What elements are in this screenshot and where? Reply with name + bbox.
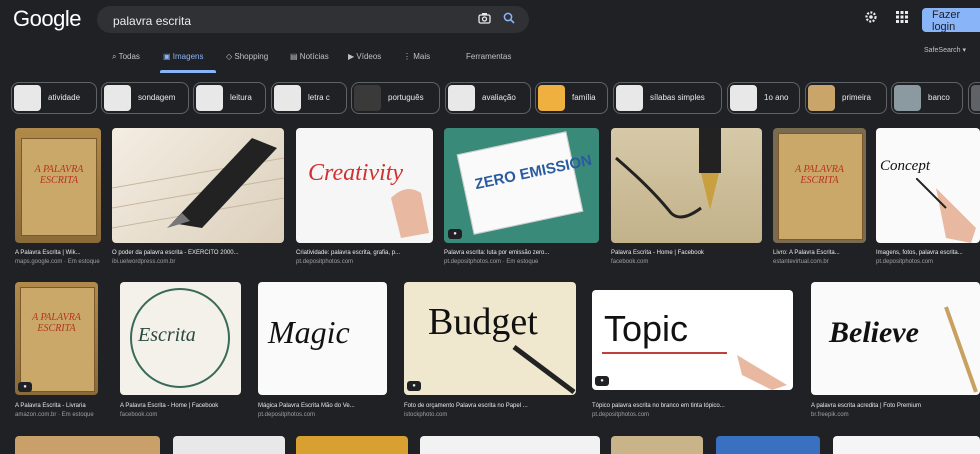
book-cover [20, 287, 95, 392]
chip-thumbnail [730, 85, 757, 111]
chip-thumbnail [104, 85, 131, 111]
chip-thumbnail [538, 85, 565, 111]
chip-thumbnail [894, 85, 921, 111]
video-badge: ● [448, 229, 462, 239]
login-button[interactable]: Fazer login [922, 8, 980, 33]
image-result[interactable]: Magic [258, 282, 387, 395]
search-input[interactable] [111, 6, 475, 35]
image-result[interactable] [420, 436, 600, 454]
chip-1o-ano[interactable]: 1o ano [727, 82, 800, 114]
chip-sondagem[interactable]: sondagem [101, 82, 189, 114]
gear-icon[interactable] [864, 10, 878, 29]
brush-image [944, 306, 978, 393]
chip-avaliacao[interactable]: avaliação [445, 82, 531, 114]
image-result[interactable] [716, 436, 820, 454]
chip-familia[interactable]: família [535, 82, 608, 114]
video-badge: ● [18, 382, 32, 392]
chip-thumbnail [354, 85, 381, 111]
chip-thumbnail [971, 85, 980, 111]
pen-image [512, 345, 576, 394]
chip-next[interactable] [968, 82, 980, 114]
book-cover [21, 138, 97, 236]
image-result[interactable] [833, 436, 980, 454]
tab-tools[interactable]: Ferramentas [466, 52, 511, 61]
chip-banco[interactable]: banco [891, 82, 963, 114]
search-icon[interactable] [502, 12, 516, 26]
chip-thumbnail [448, 85, 475, 111]
tag-icon: ◇ [226, 52, 233, 61]
search-box[interactable] [97, 6, 529, 35]
image-result[interactable] [173, 436, 285, 454]
chip-letra-c[interactable]: letra c [271, 82, 347, 114]
search-tabs: ⌕ Todas ▣ Imagens ◇ Shopping ▤ Notícias … [0, 48, 980, 70]
image-result[interactable]: Escrita [120, 282, 241, 395]
hand-image [737, 355, 787, 390]
hand-image [916, 178, 976, 243]
image-result[interactable]: Topic ● [592, 290, 793, 390]
tab-videos[interactable]: ▶ Vídeos [348, 52, 381, 61]
fountain-pen-writing-image [112, 138, 284, 229]
chip-thumbnail [196, 85, 223, 111]
chip-thumbnail [14, 85, 41, 111]
image-result[interactable] [15, 436, 160, 454]
related-chips-bar: atividade sondagem leitura letra c portu… [0, 82, 980, 116]
image-icon: ▣ [163, 52, 171, 61]
play-icon: ▶ [348, 52, 355, 61]
image-result[interactable]: A PALAVRA ESCRITA [773, 128, 866, 243]
camera-icon[interactable] [477, 12, 491, 26]
book-cover [778, 133, 863, 240]
video-badge: ● [407, 381, 421, 391]
image-result[interactable]: Creativity [296, 128, 433, 243]
google-logo[interactable]: Google [13, 6, 81, 32]
image-result[interactable]: Believe [811, 282, 980, 395]
image-result[interactable] [112, 128, 284, 243]
tab-news[interactable]: ▤ Notícias [290, 52, 329, 61]
chip-atividade[interactable]: atividade [11, 82, 97, 114]
active-tab-indicator [160, 70, 216, 73]
underline-stroke [602, 352, 727, 354]
image-result[interactable]: ZERO EMISSION ● [444, 128, 599, 243]
search-icon: ⌕ [112, 52, 117, 61]
image-result[interactable] [611, 436, 703, 454]
safesearch-link[interactable]: SafeSearch ▾ [924, 46, 966, 54]
chip-leitura[interactable]: leitura [193, 82, 266, 114]
chevron-down-icon: ▾ [962, 47, 967, 54]
tab-more[interactable]: ⋮ Mais [403, 52, 430, 61]
image-result[interactable]: A PALAVRA ESCRITA [15, 128, 101, 243]
hand-image [391, 189, 429, 238]
more-icon: ⋮ [403, 52, 411, 61]
chip-thumbnail [274, 85, 301, 111]
chip-silabas-simples[interactable]: sílabas simples [613, 82, 722, 114]
image-result[interactable]: A PALAVRA ESCRITA ● [15, 282, 98, 395]
tab-images[interactable]: ▣ Imagens [163, 52, 203, 61]
pen-nib-image [615, 128, 721, 219]
chip-portugues[interactable]: português [351, 82, 440, 114]
tab-shopping[interactable]: ◇ Shopping [226, 52, 268, 61]
news-icon: ▤ [290, 52, 298, 61]
image-result[interactable]: Budget ● [404, 282, 576, 395]
image-result[interactable] [296, 436, 408, 454]
video-badge: ● [595, 376, 609, 386]
chip-thumbnail [616, 85, 643, 111]
image-result[interactable] [611, 128, 762, 243]
chip-thumbnail [808, 85, 835, 111]
tab-all[interactable]: ⌕ Todas [112, 52, 140, 62]
top-bar: Google Fazer login [0, 0, 980, 40]
image-result[interactable]: Concept [876, 128, 980, 243]
apps-grid-icon[interactable] [896, 10, 908, 28]
chip-primeira[interactable]: primeira [805, 82, 887, 114]
